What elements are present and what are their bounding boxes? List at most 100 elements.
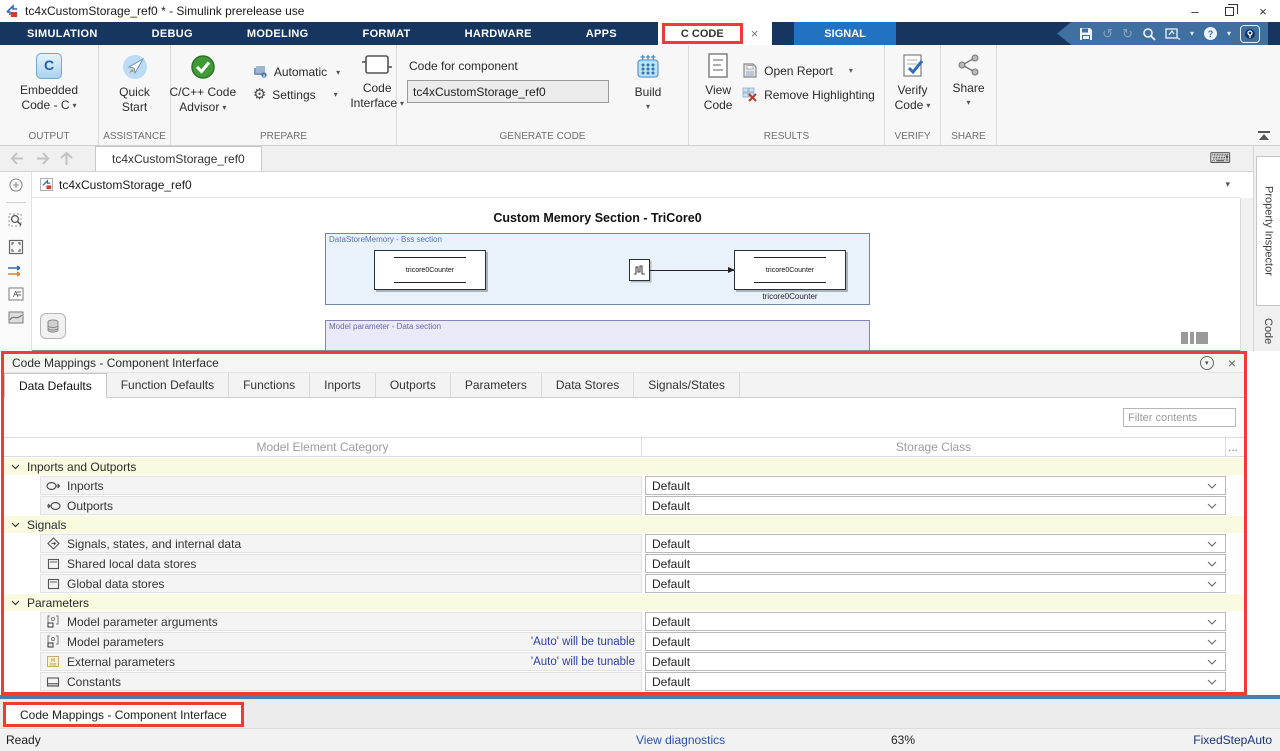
model-canvas[interactable]: Custom Memory Section - TriCore0 DataSto… xyxy=(32,198,1240,351)
signal-generator-block[interactable] xyxy=(629,259,650,281)
dropdown-arrow-icon: ▾ xyxy=(73,101,77,111)
table-row-signals-states[interactable]: Signals, states, and internal data Defau… xyxy=(4,534,1244,553)
minimize-button[interactable]: – xyxy=(1178,0,1212,22)
chevron-down-icon xyxy=(1207,483,1217,489)
tab-data-defaults[interactable]: Data Defaults xyxy=(4,373,107,398)
tab-inports[interactable]: Inports xyxy=(310,373,376,397)
zoom-select-icon[interactable] xyxy=(8,213,24,229)
solver-name[interactable]: FixedStepAuto xyxy=(1193,733,1272,747)
table-row-outports[interactable]: Outports Default xyxy=(4,496,1244,515)
close-button[interactable]: × xyxy=(1246,0,1280,22)
tab-code[interactable]: Code xyxy=(1256,310,1280,352)
image-annotation-icon[interactable] xyxy=(8,311,24,324)
fit-view-icon[interactable] xyxy=(8,239,24,255)
tab-function-defaults[interactable]: Function Defaults xyxy=(107,373,229,397)
data-store-memory-block[interactable]: tricore0Counter xyxy=(374,250,486,290)
view-diagnostics-link[interactable]: View diagnostics xyxy=(636,733,725,747)
settings-dropdown[interactable]: ⚙ Settings▾ xyxy=(253,87,340,102)
tab-debug[interactable]: DEBUG xyxy=(125,22,220,45)
help-icon[interactable]: ? xyxy=(1203,26,1218,41)
group-row-parameters[interactable]: Parameters xyxy=(4,594,1244,611)
dropdown-arrow-icon[interactable]: ▾ xyxy=(1190,29,1194,38)
tab-format[interactable]: FORMAT xyxy=(336,22,438,45)
save-icon[interactable] xyxy=(1079,27,1093,41)
table-row-model-parameters[interactable]: Model parameters'Auto' will be tunable D… xyxy=(4,632,1244,651)
tab-parameters[interactable]: Parameters xyxy=(451,373,542,397)
remove-highlighting-button[interactable]: Remove Highlighting xyxy=(742,87,875,102)
column-options-icon[interactable]: ... xyxy=(1228,438,1242,456)
restore-button[interactable] xyxy=(1212,0,1246,22)
close-icon[interactable]: × xyxy=(743,26,767,41)
column-model-element-category[interactable]: Model Element Category xyxy=(4,438,642,456)
tab-signals-states[interactable]: Signals/States xyxy=(634,373,740,397)
annotation-icon[interactable]: A xyxy=(8,287,24,301)
code-mappings-bottom-tab[interactable]: Code Mappings - Component Interface xyxy=(3,702,244,727)
undo-icon[interactable]: ↺ xyxy=(1102,27,1113,40)
tab-modeling[interactable]: MODELING xyxy=(220,22,336,45)
tab-property-inspector[interactable]: Property Inspector xyxy=(1256,156,1280,306)
table-row-constants[interactable]: Constants Default xyxy=(4,672,1244,691)
hide-explorer-icon[interactable] xyxy=(9,178,23,192)
forward-arrow-icon[interactable] xyxy=(35,152,50,165)
storage-class-dropdown[interactable]: Default xyxy=(645,554,1226,573)
storage-class-dropdown[interactable]: Default xyxy=(645,496,1226,515)
data-section-area[interactable]: Model parameter - Data section xyxy=(325,320,870,351)
data-store-badge-button[interactable] xyxy=(40,313,66,339)
canvas-scrollbar[interactable] xyxy=(1240,198,1253,351)
search-icon[interactable] xyxy=(1142,27,1156,41)
tab-hardware[interactable]: HARDWARE xyxy=(438,22,559,45)
dropdown-arrow-icon: ▾ xyxy=(966,98,970,108)
up-arrow-icon[interactable] xyxy=(60,152,73,166)
table-row-global-data-stores[interactable]: Global data stores Default xyxy=(4,574,1244,593)
chevron-down-icon xyxy=(11,600,20,606)
group-row-signals[interactable]: Signals xyxy=(4,516,1244,533)
column-storage-class[interactable]: Storage Class xyxy=(642,438,1226,456)
data-store-write-block[interactable]: tricore0Counter xyxy=(734,250,846,290)
table-row-shared-local-data-stores[interactable]: Shared local data stores Default xyxy=(4,554,1244,573)
back-arrow-icon[interactable] xyxy=(10,152,25,165)
table-row-model-parameter-arguments[interactable]: Model parameter arguments Default xyxy=(4,612,1244,631)
group-row-inports-outports[interactable]: Inports and Outports xyxy=(4,458,1244,475)
tab-signal[interactable]: SIGNAL xyxy=(794,22,896,45)
dropdown-arrow-icon[interactable]: ▾ xyxy=(1227,29,1231,38)
tab-data-stores[interactable]: Data Stores xyxy=(542,373,634,397)
storage-class-dropdown[interactable]: Default xyxy=(645,652,1226,671)
route-signals-icon[interactable] xyxy=(7,265,24,277)
storage-class-dropdown[interactable]: Default xyxy=(645,612,1226,631)
table-row-external-parameters[interactable]: [0]010External parameters'Auto' will be … xyxy=(4,652,1244,671)
filter-contents-input[interactable] xyxy=(1123,408,1236,427)
automatic-dropdown[interactable]: a Automatic▾ xyxy=(253,65,340,79)
storage-class-dropdown[interactable]: Default xyxy=(645,632,1226,651)
record-icon[interactable] xyxy=(1240,25,1260,43)
panel-minimize-icon[interactable]: ▾ xyxy=(1200,356,1214,370)
signal-wire[interactable] xyxy=(650,270,734,271)
storage-class-dropdown[interactable]: Default xyxy=(645,476,1226,495)
redo-icon[interactable]: ↻ xyxy=(1122,27,1133,40)
export-icon[interactable] xyxy=(1165,27,1181,41)
breadcrumb-model-name[interactable]: tc4xCustomStorage_ref0 xyxy=(59,178,192,192)
status-ready: Ready xyxy=(6,733,41,747)
tab-apps[interactable]: APPS xyxy=(559,22,644,45)
code-mappings-panel: Code Mappings - Component Interface ▾ × … xyxy=(1,351,1247,695)
tab-functions[interactable]: Functions xyxy=(229,373,310,397)
table-row-inports[interactable]: Inports Default xyxy=(4,476,1244,495)
overview-pager-icon[interactable] xyxy=(1181,332,1208,344)
storage-class-dropdown[interactable]: Default xyxy=(645,672,1226,691)
section-label-output: OUTPUT xyxy=(0,131,98,142)
tab-c-code[interactable]: C CODE × xyxy=(658,22,772,45)
bss-section-area[interactable]: DataStoreMemory - Bss section tricore0Co… xyxy=(325,233,870,305)
tab-simulation[interactable]: SIMULATION xyxy=(0,22,125,45)
model-doc-tab[interactable]: tc4xCustomStorage_ref0 xyxy=(95,146,262,171)
storage-class-dropdown[interactable]: Default xyxy=(645,574,1226,593)
component-input[interactable] xyxy=(407,80,609,103)
collapse-ribbon-icon[interactable] xyxy=(1258,131,1270,140)
c-code-highlight-box[interactable]: C CODE xyxy=(662,23,743,44)
keyboard-icon[interactable]: ⌨ xyxy=(1209,149,1231,167)
panel-close-icon[interactable]: × xyxy=(1228,356,1236,370)
open-report-dropdown[interactable]: Open Report▾ xyxy=(742,63,875,78)
open-report-icon xyxy=(742,63,758,78)
breadcrumb-dropdown-icon[interactable]: ▾ xyxy=(1225,179,1230,190)
dropdown-arrow-icon: ▾ xyxy=(222,103,226,113)
storage-class-dropdown[interactable]: Default xyxy=(645,534,1226,553)
tab-outports[interactable]: Outports xyxy=(376,373,451,397)
